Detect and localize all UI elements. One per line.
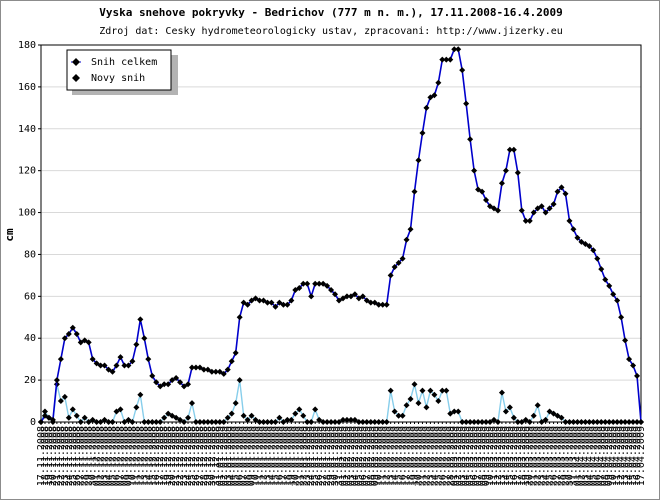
data-point-snih-celkem (566, 217, 573, 224)
data-point-novy-snih (383, 419, 390, 425)
data-point-snih-celkem (411, 188, 418, 195)
data-point-snih-celkem (133, 341, 140, 348)
y-tick-label: 160 (18, 82, 36, 93)
grid (41, 86, 641, 381)
chart-title: Vyska snehove pokryvky - Bedrichov (777 … (99, 6, 563, 19)
data-point-snih-celkem (459, 67, 466, 74)
data-point-novy-snih (534, 402, 541, 409)
data-point-snih-celkem (502, 167, 509, 174)
legend-label-novy-snih: Novy snih (91, 73, 145, 84)
data-point-snih-celkem (634, 372, 641, 379)
y-tick-label: 180 (18, 40, 36, 51)
data-point-snih-celkem (498, 180, 505, 187)
x-tick-label: 17.04.2009 (636, 426, 647, 486)
data-point-novy-snih (109, 419, 116, 425)
data-point-novy-snih (415, 400, 422, 407)
y-tick-label: 140 (18, 124, 36, 135)
y-tick-label: 80 (24, 249, 36, 260)
data-point-snih-celkem (53, 377, 60, 384)
y-tick-label: 120 (18, 166, 36, 177)
data-point-snih-celkem (447, 56, 454, 63)
y-axis-ticks: 020406080100120140160180 (18, 40, 41, 428)
data-point-snih-celkem (594, 255, 601, 262)
legend-box (66, 49, 172, 91)
data-point-snih-celkem (232, 349, 239, 356)
y-tick-label: 40 (24, 333, 36, 344)
data-point-novy-snih (308, 419, 315, 425)
data-point-snih-celkem (407, 226, 414, 233)
chart-frame: Vyska snehove pokryvky - Bedrichov (777 … (0, 0, 660, 500)
data-point-snih-celkem (304, 280, 311, 287)
data-point-novy-snih (399, 412, 406, 419)
data-point-snih-celkem (598, 266, 605, 273)
data-point-novy-snih (65, 414, 72, 421)
data-point-snih-celkem (403, 236, 410, 243)
y-tick-label: 100 (18, 208, 36, 219)
y-tick-label: 60 (24, 291, 36, 302)
y-tick-label: 20 (24, 375, 36, 386)
data-point-novy-snih (133, 404, 140, 411)
data-point-snih-celkem (415, 157, 422, 164)
data-point-snih-celkem (387, 272, 394, 279)
data-point-snih-celkem (463, 100, 470, 107)
chart-subtitle: Zdroj dat: Cesky hydrometeorologicky ust… (99, 26, 563, 37)
data-point-novy-snih (423, 404, 430, 411)
data-point-novy-snih (188, 400, 195, 407)
x-axis-ticks: 17.11.200818.11.200819.11.200820.11.2008… (36, 422, 647, 486)
data-point-novy-snih (411, 381, 418, 388)
data-point-snih-celkem (228, 358, 235, 365)
y-axis-label: cm (3, 228, 16, 242)
data-point-snih-celkem (383, 301, 390, 308)
data-point-snih-celkem (57, 356, 64, 363)
data-point-snih-celkem (570, 226, 577, 233)
data-point-snih-celkem (236, 314, 243, 321)
data-point-novy-snih (443, 387, 450, 394)
data-point-novy-snih (419, 387, 426, 394)
data-point-snih-celkem (510, 146, 517, 153)
data-point-snih-celkem (638, 419, 644, 425)
legend: Snih celkem Novy snih (66, 49, 178, 95)
data-point-novy-snih (312, 406, 319, 413)
data-point-snih-celkem (455, 46, 462, 53)
data-point-snih-celkem (435, 79, 442, 86)
data-point-snih-celkem (419, 129, 426, 136)
legend-label-snih-celkem: Snih celkem (91, 57, 157, 68)
data-point-novy-snih (236, 377, 243, 384)
data-point-novy-snih (455, 408, 462, 415)
data-point-snih-celkem (618, 314, 625, 321)
data-point-snih-celkem (117, 354, 124, 361)
series-line-snih-celkem (40, 48, 642, 423)
snow-depth-chart: Vyska snehove pokryvky - Bedrichov (777 … (3, 6, 647, 486)
data-point-snih-celkem (423, 104, 430, 111)
data-point-novy-snih (498, 389, 505, 396)
data-point-snih-celkem (137, 316, 144, 323)
series-layer (38, 46, 644, 425)
data-point-novy-snih (232, 400, 239, 407)
data-point-snih-celkem (308, 293, 315, 300)
data-point-snih-celkem (467, 136, 474, 143)
data-point-snih-celkem (145, 356, 152, 363)
data-point-snih-celkem (471, 167, 478, 174)
data-point-snih-celkem (141, 335, 148, 342)
data-point-novy-snih (387, 387, 394, 394)
series-line-novy-snih (40, 379, 641, 424)
data-point-novy-snih (137, 391, 144, 398)
data-point-snih-celkem (526, 217, 533, 224)
